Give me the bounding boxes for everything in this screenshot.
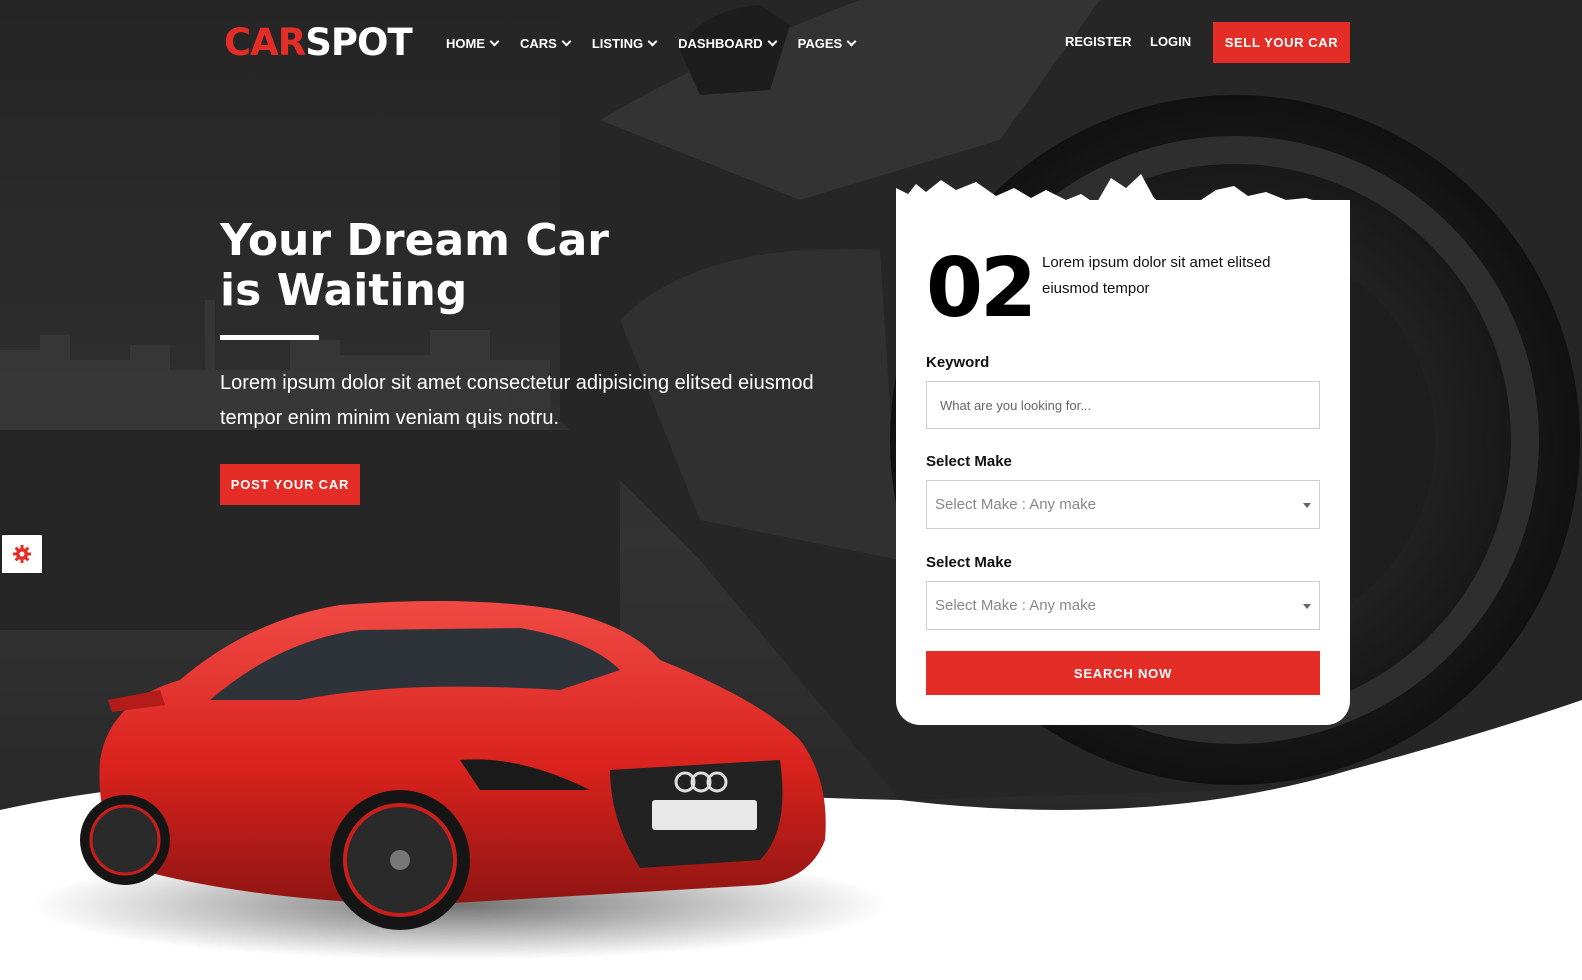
nav-item-dashboard[interactable]: DASHBOARD — [678, 34, 778, 52]
chevron-down-icon — [767, 36, 778, 46]
hero-title-line-1: Your Dream Car — [220, 215, 609, 266]
select-make-label: Select Make — [926, 453, 1012, 470]
post-your-car-button[interactable]: POST YOUR CAR — [220, 464, 360, 505]
chevron-down-icon — [647, 36, 658, 46]
hero-title-line-2: is Waiting — [220, 265, 468, 316]
gear-icon — [13, 545, 31, 563]
nav-item-cars[interactable]: CARS — [520, 34, 572, 52]
chevron-down-icon — [846, 36, 857, 46]
register-link[interactable]: REGISTER — [1065, 34, 1131, 49]
hero-section: CARSPOT HOME CARS LISTING DASHBOARD PAGE… — [0, 0, 1582, 980]
main-nav: HOME CARS LISTING DASHBOARD PAGES — [446, 34, 877, 52]
nav-item-listing[interactable]: LISTING — [591, 34, 658, 52]
select-make-value: Select Make : Any make — [935, 496, 1096, 513]
select-make-dropdown[interactable]: Select Make : Any make — [926, 480, 1320, 529]
chevron-down-icon — [561, 36, 572, 46]
nav-item-home[interactable]: HOME — [446, 34, 500, 52]
nav-item-label: LISTING — [591, 35, 644, 51]
select-make-label-2: Select Make — [926, 554, 1012, 571]
card-description: Lorem ipsum dolor sit amet elitsed eiusm… — [1042, 254, 1271, 297]
nav-item-label: PAGES — [797, 35, 843, 51]
nav-item-label: CARS — [520, 35, 557, 51]
select-make-value-2: Select Make : Any make — [935, 597, 1096, 614]
caret-down-icon — [1303, 604, 1311, 609]
logo-text-white: SPOT — [305, 21, 412, 64]
keyword-label: Keyword — [926, 354, 990, 371]
brand-logo[interactable]: CARSPOT — [224, 21, 413, 64]
chevron-down-icon — [489, 36, 500, 46]
red-car-image — [80, 601, 826, 930]
keyword-input[interactable] — [926, 381, 1320, 429]
search-card: 02 Lorem ipsum dolor sit amet elitsed ei… — [896, 200, 1350, 725]
select-make-dropdown-2[interactable]: Select Make : Any make — [926, 581, 1320, 630]
hero-subtitle: Lorem ipsum dolor sit amet consectetur a… — [220, 372, 814, 429]
login-link[interactable]: LOGIN — [1150, 34, 1191, 49]
caret-down-icon — [1303, 503, 1311, 508]
settings-toggle[interactable] — [2, 535, 42, 573]
logo-text-red: CAR — [224, 21, 306, 64]
nav-item-label: HOME — [446, 35, 485, 51]
nav-item-pages[interactable]: PAGES — [797, 34, 857, 52]
step-number: 02 — [926, 241, 1037, 336]
search-now-button[interactable]: SEARCH NOW — [926, 651, 1320, 695]
sell-your-car-button[interactable]: SELL YOUR CAR — [1213, 22, 1350, 63]
hero-title: Your Dream Car is Waiting — [220, 216, 820, 316]
title-underline — [220, 335, 319, 340]
nav-item-label: DASHBOARD — [678, 35, 763, 51]
